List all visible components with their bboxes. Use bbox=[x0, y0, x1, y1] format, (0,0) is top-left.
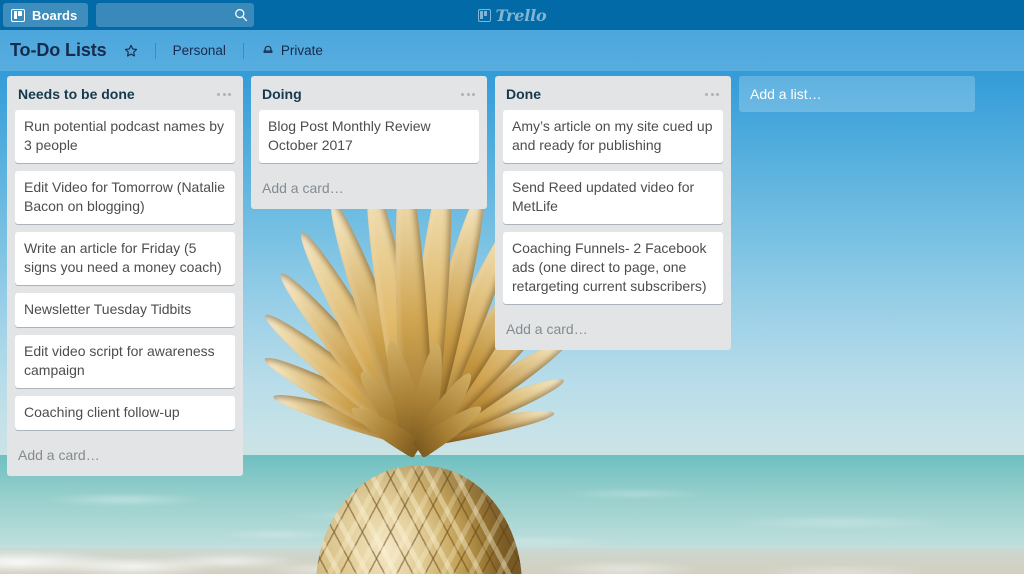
card[interactable]: Send Reed updated video for MetLife bbox=[503, 171, 723, 224]
lock-icon bbox=[263, 45, 273, 53]
search-icon[interactable] bbox=[234, 8, 248, 22]
list-title[interactable]: Done bbox=[506, 86, 541, 102]
card[interactable]: Amy’s article on my site cued up and rea… bbox=[503, 110, 723, 163]
trello-board-icon bbox=[477, 8, 491, 22]
boards-button[interactable]: Boards bbox=[3, 3, 89, 27]
list-column: Done Amy’s article on my site cued up and… bbox=[495, 76, 731, 350]
board-visibility-button[interactable]: Private bbox=[256, 40, 328, 61]
add-card-button[interactable]: Add a card… bbox=[7, 438, 243, 475]
list-title[interactable]: Doing bbox=[262, 86, 302, 102]
ellipsis-icon[interactable] bbox=[457, 89, 479, 100]
list-title[interactable]: Needs to be done bbox=[18, 86, 135, 102]
board-team-button[interactable]: Personal bbox=[168, 40, 231, 61]
board-team-label: Personal bbox=[172, 43, 226, 58]
top-header-bar: Boards Trello bbox=[0, 0, 1024, 30]
board-lists-container: Needs to be done Run potential podcast na… bbox=[0, 71, 1024, 574]
card[interactable]: Newsletter Tuesday Tidbits bbox=[15, 293, 235, 327]
board-title[interactable]: To-Do Lists bbox=[10, 40, 107, 61]
board-bar-divider-1 bbox=[154, 42, 156, 59]
header-left-group: Boards bbox=[0, 3, 255, 27]
card[interactable]: Blog Post Monthly Review October 2017 bbox=[259, 110, 479, 163]
trello-logo[interactable]: Trello bbox=[477, 5, 547, 25]
card[interactable]: Run potential podcast names by 3 people bbox=[15, 110, 235, 163]
card[interactable]: Edit video script for awareness campaign bbox=[15, 335, 235, 388]
board-header-bar: To-Do Lists Personal Private bbox=[0, 30, 1024, 71]
ellipsis-icon[interactable] bbox=[213, 89, 235, 100]
list-column: Needs to be done Run potential podcast na… bbox=[7, 76, 243, 476]
board-icon bbox=[11, 8, 25, 22]
list-cards: Amy’s article on my site cued up and rea… bbox=[495, 110, 731, 312]
board-bar-divider-2 bbox=[242, 42, 244, 59]
list-header: Doing bbox=[251, 76, 487, 110]
list-cards: Run potential podcast names by 3 people E… bbox=[7, 110, 243, 438]
search-input[interactable] bbox=[96, 3, 255, 27]
card[interactable]: Write an article for Friday (5 signs you… bbox=[15, 232, 235, 285]
list-header: Done bbox=[495, 76, 731, 110]
ellipsis-icon[interactable] bbox=[701, 89, 723, 100]
card[interactable]: Edit Video for Tomorrow (Natalie Bacon o… bbox=[15, 171, 235, 224]
trello-app: Boards Trello To-Do Lists Personal Priva… bbox=[0, 0, 1024, 574]
list-header: Needs to be done bbox=[7, 76, 243, 110]
add-card-button[interactable]: Add a card… bbox=[495, 312, 731, 349]
boards-button-label: Boards bbox=[32, 7, 78, 23]
list-cards: Blog Post Monthly Review October 2017 bbox=[251, 110, 487, 171]
card[interactable]: Coaching Funnels- 2 Facebook ads (one di… bbox=[503, 232, 723, 304]
card[interactable]: Coaching client follow-up bbox=[15, 396, 235, 430]
star-icon bbox=[124, 44, 137, 57]
search-box[interactable] bbox=[96, 3, 255, 27]
board-visibility-label: Private bbox=[280, 43, 323, 58]
star-board-button[interactable] bbox=[119, 41, 143, 61]
add-list-button[interactable]: Add a list… bbox=[739, 76, 975, 112]
trello-logo-text: Trello bbox=[495, 5, 547, 25]
list-column: Doing Blog Post Monthly Review October 20… bbox=[251, 76, 487, 209]
add-card-button[interactable]: Add a card… bbox=[251, 171, 487, 208]
